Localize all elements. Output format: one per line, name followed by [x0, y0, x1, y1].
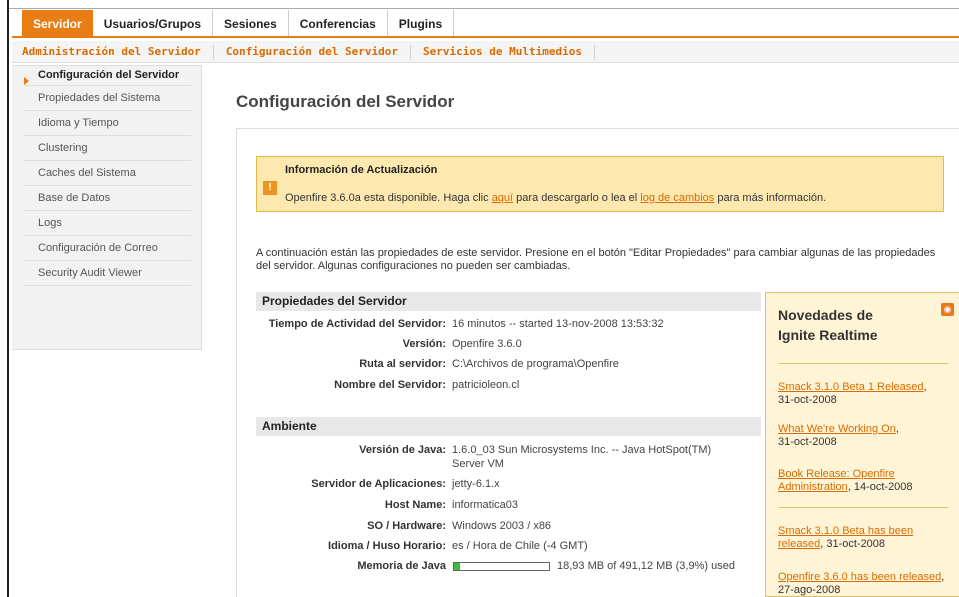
sidebar-item-clustering[interactable]: Clustering	[24, 136, 191, 161]
news-item: What We're Working On, 31-oct-2008	[778, 423, 899, 448]
memory-usage-fill	[454, 563, 460, 570]
news-date: 14-oct-2008	[853, 481, 913, 493]
intro-text: A continuación están las propiedades de …	[256, 247, 936, 272]
news-divider	[778, 363, 948, 364]
news-item: Smack 3.1.0 Beta has been released, 31-o…	[778, 525, 914, 550]
window-frame-left	[0, 0, 9, 597]
current-arrow-icon	[24, 77, 29, 85]
prop-value: C:\Archivos de programa\Openfire	[452, 358, 619, 370]
sidebar-item-idioma-tiempo[interactable]: Idioma y Tiempo	[24, 111, 191, 136]
env-value: Server VM	[452, 458, 504, 470]
prop-label: Tiempo de Actividad del Servidor:	[268, 318, 446, 330]
sidebar-item-label: Configuración del Servidor	[38, 69, 180, 81]
news-date: 31-oct-2008	[826, 538, 886, 550]
news-item: Smack 3.1.0 Beta 1 Released, 31-oct-2008	[778, 381, 927, 406]
news-item: Openfire 3.6.0 has been released, 27-ago…	[778, 571, 945, 596]
env-label: Idioma / Huso Horario:	[328, 540, 446, 552]
window-frame-top	[9, 0, 959, 9]
tab-bar-underline	[12, 36, 959, 38]
tab-sesiones[interactable]: Sesiones	[213, 10, 289, 38]
update-msg-text: para más información.	[714, 192, 827, 204]
env-label: SO / Hardware:	[367, 520, 446, 532]
section-header-ambiente: Ambiente	[256, 417, 761, 436]
sidebar-item-caches-sistema[interactable]: Caches del Sistema	[24, 161, 191, 186]
prop-value: patricioleon.cl	[452, 379, 520, 391]
news-item: Book Release: Openfire Administration, 1…	[778, 468, 913, 493]
update-message: Openfire 3.6.0a esta disponible. Haga cl…	[285, 192, 826, 204]
env-value: Windows 2003 / x86	[452, 520, 552, 532]
sidebar-item-security-audit-viewer[interactable]: Security Audit Viewer	[24, 261, 191, 286]
env-value: informatica03	[452, 499, 519, 511]
subtab-administracion[interactable]: Administración del Servidor	[12, 44, 214, 59]
main-tab-bar: Servidor Usuarios/Grupos Sesiones Confer…	[12, 10, 959, 38]
memory-usage-text: 18,93 MB of 491,12 MB (3,9%) used	[557, 560, 735, 572]
update-msg-text: para descargarlo o lea el	[513, 192, 641, 204]
prop-value: Openfire 3.6.0	[452, 338, 522, 350]
news-divider	[778, 507, 948, 508]
sidebar: Configuración del Servidor Propiedades d…	[12, 65, 202, 350]
download-link[interactable]: aquí	[492, 192, 513, 204]
tab-servidor[interactable]: Servidor	[22, 10, 93, 38]
env-value: 1.6.0_03 Sun Microsystems Inc. -- Java H…	[452, 444, 712, 456]
subtab-multimedios[interactable]: Servicios de Multimedios	[411, 44, 595, 59]
prop-label: Nombre del Servidor:	[334, 379, 446, 391]
news-date: 27-ago-2008	[778, 584, 841, 596]
prop-label: Versión:	[402, 338, 446, 350]
sidebar-item-propiedades-sistema[interactable]: Propiedades del Sistema	[24, 86, 191, 111]
news-title: Novedades de Ignite Realtime	[778, 307, 878, 343]
news-date: 31-oct-2008	[778, 394, 837, 406]
changelog-link[interactable]: log de cambios	[640, 192, 714, 204]
memory-usage-bar	[453, 562, 550, 571]
sub-tab-bar: Administración del Servidor Configuració…	[12, 41, 959, 63]
env-value: es / Hora de Chile (-4 GMT)	[452, 540, 588, 552]
news-link[interactable]: Openfire 3.6.0 has been released	[778, 571, 941, 583]
news-date: 31-oct-2008	[778, 436, 837, 448]
update-title: Información de Actualización	[285, 164, 438, 176]
news-panel: Novedades de Ignite Realtime ◉ Smack 3.1…	[765, 292, 959, 597]
env-label: Versión de Java:	[359, 444, 446, 456]
prop-value: 16 minutos -- started 13-nov-2008 13:53:…	[452, 318, 664, 330]
env-value: jetty-6.1.x	[452, 478, 500, 490]
news-link[interactable]: What We're Working On	[778, 423, 896, 435]
env-label: Host Name:	[384, 499, 446, 511]
tab-plugins[interactable]: Plugins	[388, 10, 455, 38]
warning-icon: !	[263, 181, 277, 195]
tab-usuarios-grupos[interactable]: Usuarios/Grupos	[93, 10, 214, 38]
sidebar-item-configuracion-correo[interactable]: Configuración de Correo	[24, 236, 191, 261]
news-link[interactable]: Smack 3.1.0 Beta 1 Released	[778, 381, 924, 393]
rss-icon[interactable]: ◉	[941, 303, 954, 316]
env-label: Servidor de Aplicaciones:	[311, 478, 446, 490]
section-header-propiedades: Propiedades del Servidor	[256, 292, 761, 311]
sidebar-item-logs[interactable]: Logs	[24, 211, 191, 236]
tab-conferencias[interactable]: Conferencias	[289, 10, 388, 38]
update-notice: ! Información de Actualización Openfire …	[256, 156, 944, 212]
update-msg-text: Openfire 3.6.0a esta disponible. Haga cl…	[285, 192, 492, 204]
env-label: Memoria de Java	[357, 560, 446, 572]
prop-label: Ruta al servidor:	[359, 358, 446, 370]
page-title: Configuración del Servidor	[236, 92, 455, 111]
sidebar-item-configuracion-servidor[interactable]: Configuración del Servidor	[24, 66, 191, 86]
sidebar-item-base-datos[interactable]: Base de Datos	[24, 186, 191, 211]
subtab-configuracion[interactable]: Configuración del Servidor	[214, 44, 411, 59]
